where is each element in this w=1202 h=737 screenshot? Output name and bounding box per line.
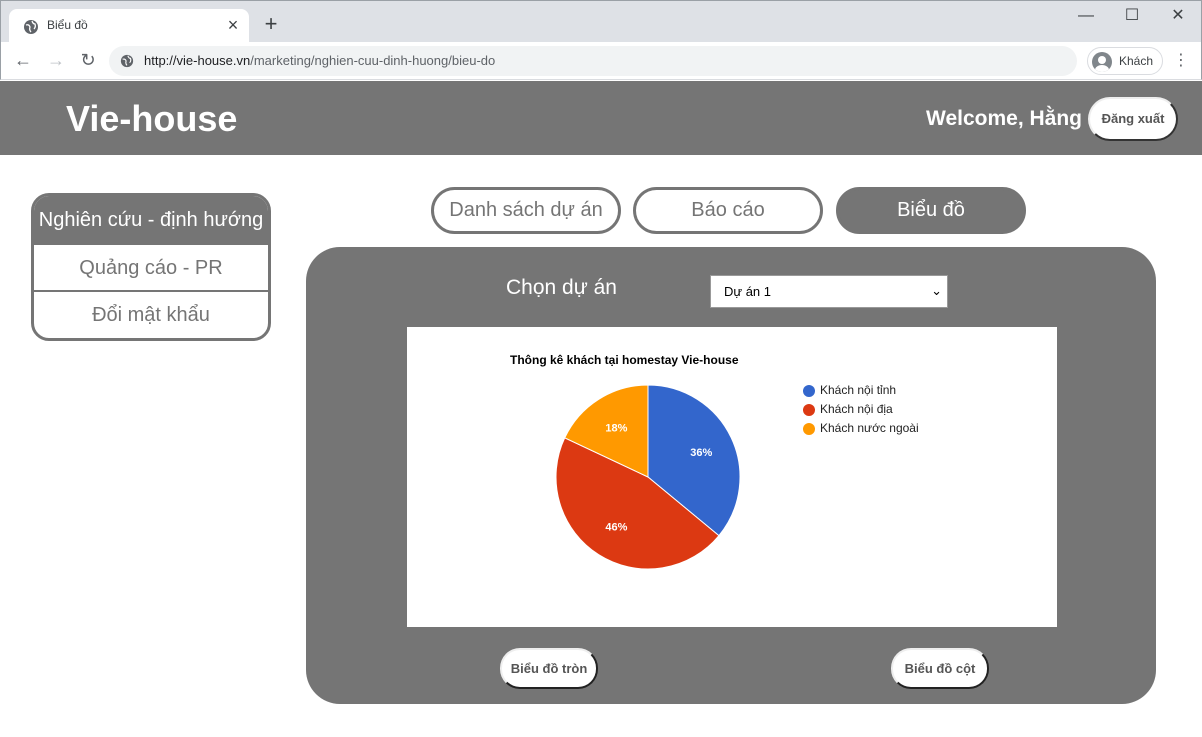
legend-swatch bbox=[803, 385, 815, 397]
chevron-down-icon: ⌄ bbox=[931, 283, 942, 298]
sidebar-item-change-password[interactable]: Đổi mật khẩu bbox=[34, 292, 268, 338]
legend-label: Khách nội tỉnh bbox=[820, 383, 897, 397]
site-header: Vie-house Welcome, Hằng Đăng xuất bbox=[0, 81, 1202, 155]
sidebar-item-research[interactable]: Nghiên cứu - định hướng bbox=[34, 196, 268, 245]
kebab-menu-icon[interactable]: ⋮ bbox=[1173, 51, 1189, 71]
chart-panel: Chọn dự án Dự án 1 ⌄ Thông kê khách tại … bbox=[306, 247, 1156, 704]
legend-item: Khách nội địa bbox=[803, 402, 919, 421]
url-text[interactable]: http://vie-house.vn/marketing/nghien-cuu… bbox=[144, 53, 495, 68]
url-host: http://vie-house.vn bbox=[144, 53, 251, 68]
legend-item: Khách nội tỉnh bbox=[803, 383, 919, 402]
profile-label: Khách bbox=[1119, 54, 1154, 68]
sidebar-item-advertising[interactable]: Quảng cáo - PR bbox=[34, 245, 268, 292]
tab-chart[interactable]: Biểu đồ bbox=[836, 187, 1026, 234]
pie-slice-label: 18% bbox=[605, 422, 627, 434]
legend-label: Khách nước ngoài bbox=[820, 421, 919, 435]
sidebar: Nghiên cứu - định hướng Quảng cáo - PR Đ… bbox=[31, 193, 271, 341]
legend-label: Khách nội địa bbox=[820, 402, 893, 416]
close-window-icon[interactable]: ✕ bbox=[1155, 7, 1201, 27]
avatar-icon bbox=[1092, 52, 1112, 72]
bar-chart-button[interactable]: Biểu đồ cột bbox=[891, 648, 989, 689]
browser-toolbar: ← → ↻ http://vie-house.vn/marketing/nghi… bbox=[0, 42, 1202, 80]
close-tab-icon[interactable]: × bbox=[223, 16, 243, 36]
tab-report[interactable]: Báo cáo bbox=[633, 187, 823, 234]
globe-icon bbox=[120, 54, 134, 68]
logout-button[interactable]: Đăng xuất bbox=[1088, 97, 1178, 141]
pie-chart-button[interactable]: Biểu đồ tròn bbox=[500, 648, 598, 689]
globe-icon bbox=[24, 20, 38, 34]
tab-project-list[interactable]: Danh sách dự án bbox=[431, 187, 621, 234]
legend-item: Khách nước ngoài bbox=[803, 421, 919, 440]
reload-icon[interactable]: ↻ bbox=[76, 49, 100, 73]
address-bar[interactable]: http://vie-house.vn/marketing/nghien-cuu… bbox=[109, 46, 1077, 76]
minimize-icon[interactable]: — bbox=[1063, 7, 1109, 27]
back-arrow-icon[interactable]: ← bbox=[11, 49, 35, 73]
new-tab-button[interactable]: + bbox=[259, 13, 283, 37]
tab-title: Biểu đồ bbox=[47, 18, 88, 32]
site-logo[interactable]: Vie-house bbox=[66, 98, 237, 140]
maximize-icon[interactable]: ☐ bbox=[1109, 7, 1155, 27]
legend-swatch bbox=[803, 404, 815, 416]
browser-tab[interactable]: Biểu đồ × bbox=[9, 9, 249, 43]
browser-tabbar: Biểu đồ × + — ☐ ✕ bbox=[0, 0, 1202, 43]
project-select-value: Dự án 1 bbox=[724, 284, 772, 299]
profile-button[interactable]: Khách bbox=[1087, 47, 1163, 75]
choose-project-label: Chọn dự án bbox=[506, 276, 617, 299]
forward-arrow-icon[interactable]: → bbox=[44, 49, 68, 73]
legend-swatch bbox=[803, 423, 815, 435]
pie-chart: Thông kê khách tại homestay Vie-house 36… bbox=[407, 327, 1057, 627]
chart-legend: Khách nội tỉnh Khách nội địa Khách nước … bbox=[803, 383, 919, 440]
welcome-text: Welcome, Hằng bbox=[926, 107, 1082, 130]
pie-slice-label: 36% bbox=[690, 447, 712, 459]
url-path: /marketing/nghien-cuu-dinh-huong/bieu-do bbox=[250, 53, 496, 68]
project-select[interactable]: Dự án 1 ⌄ bbox=[710, 275, 948, 308]
pie-slice-label: 46% bbox=[605, 522, 627, 534]
pie-chart-svg: 36% 46% 18% bbox=[555, 384, 741, 570]
